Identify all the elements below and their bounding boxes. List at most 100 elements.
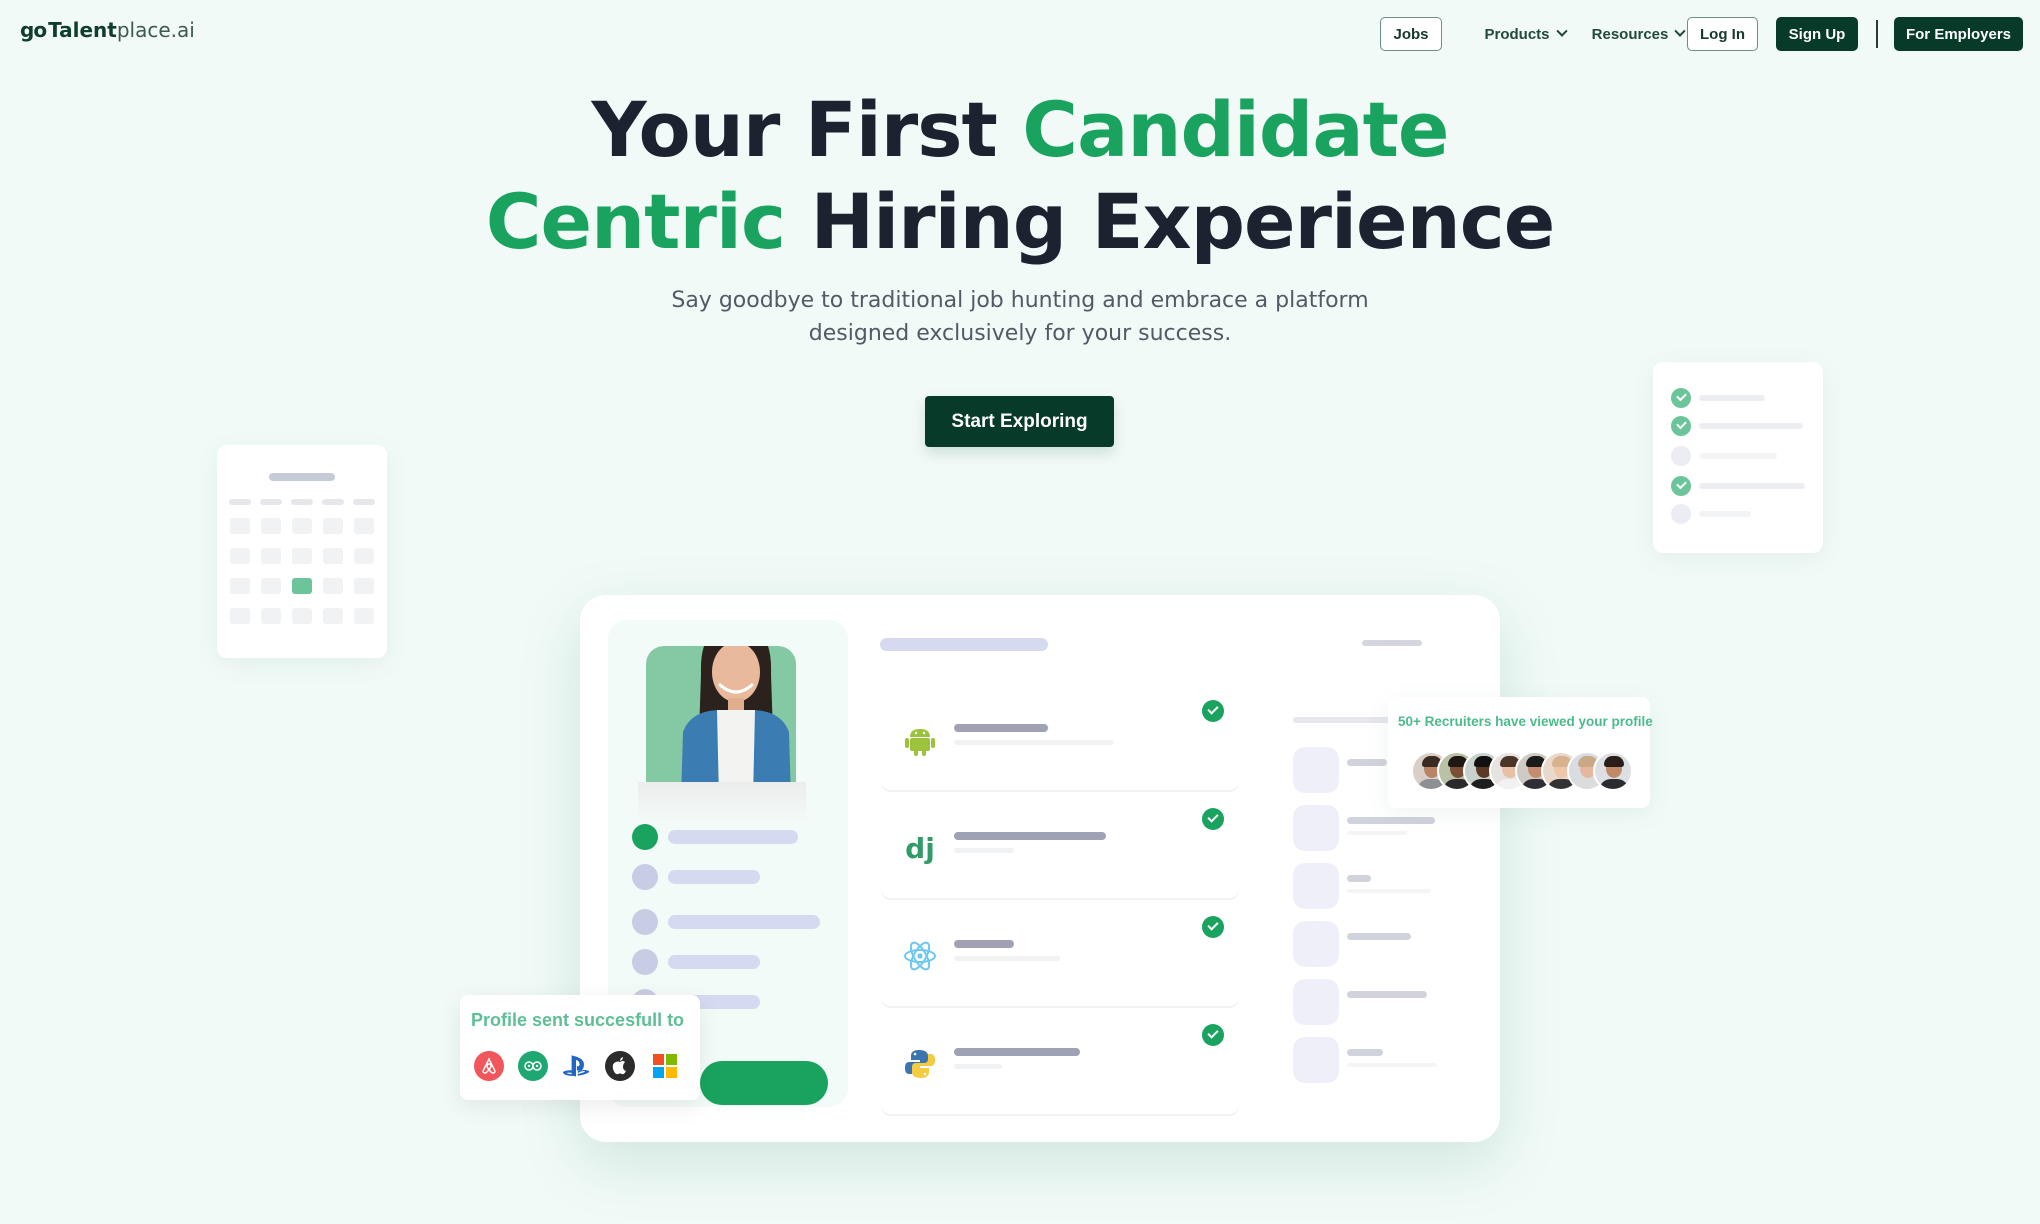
android-icon bbox=[900, 720, 940, 760]
logo[interactable]: go Talent place.ai bbox=[20, 18, 195, 42]
profile-action-button[interactable] bbox=[700, 1061, 828, 1105]
checklist-line bbox=[1699, 453, 1777, 459]
playstation-icon bbox=[561, 1051, 591, 1081]
checklist-line bbox=[1699, 423, 1803, 429]
recruiter-avatar bbox=[1593, 751, 1633, 791]
calendar-weekday bbox=[353, 499, 375, 505]
right-list-title bbox=[1293, 717, 1393, 723]
headline-line-2: Centric Hiring Experience bbox=[0, 176, 2040, 268]
calendar-day bbox=[292, 518, 312, 534]
headline-dark-2: Hiring Experience bbox=[785, 177, 1555, 266]
skill-row bbox=[882, 690, 1238, 790]
subtitle-line-2: designed exclusively for your success. bbox=[808, 321, 1232, 346]
calendar-day bbox=[230, 548, 250, 564]
profile-line bbox=[668, 870, 760, 884]
skill-name-placeholder bbox=[954, 724, 1048, 732]
resources-label: Resources bbox=[1591, 25, 1669, 43]
status-dot-active bbox=[632, 824, 658, 850]
products-label: Products bbox=[1484, 25, 1550, 43]
skill-detail-placeholder bbox=[954, 956, 1060, 961]
verified-check-icon bbox=[1202, 1024, 1224, 1046]
jobs-button[interactable]: Jobs bbox=[1380, 17, 1442, 51]
verified-check-icon bbox=[1202, 808, 1224, 830]
headline-line-1: Your First Candidate bbox=[0, 84, 2040, 176]
right-title-placeholder bbox=[1362, 640, 1422, 646]
list-thumb bbox=[1293, 805, 1339, 851]
tripadvisor-icon bbox=[518, 1051, 548, 1081]
for-employers-button[interactable]: For Employers bbox=[1894, 17, 2023, 51]
skill-name-placeholder bbox=[954, 940, 1014, 948]
profile-line bbox=[668, 830, 798, 844]
django-glyph: dj bbox=[905, 831, 935, 865]
list-subline bbox=[1347, 889, 1431, 893]
signup-label: Sign Up bbox=[1788, 25, 1846, 43]
checklist-card bbox=[1653, 362, 1823, 553]
check-done-icon bbox=[1671, 416, 1691, 436]
verified-check-icon bbox=[1202, 916, 1224, 938]
status-dot bbox=[632, 909, 658, 935]
candidate-photo-icon bbox=[681, 646, 791, 782]
django-icon: dj bbox=[900, 828, 940, 868]
check-pending-icon bbox=[1671, 504, 1691, 524]
calendar-day bbox=[354, 578, 374, 594]
list-line bbox=[1347, 759, 1387, 766]
signup-button[interactable]: Sign Up bbox=[1776, 17, 1858, 51]
list-line bbox=[1347, 817, 1435, 824]
start-exploring-button[interactable]: Start Exploring bbox=[925, 396, 1114, 447]
skills-title-placeholder bbox=[880, 638, 1048, 651]
verified-check-icon bbox=[1202, 700, 1224, 722]
status-dot bbox=[632, 949, 658, 975]
list-line bbox=[1347, 875, 1371, 882]
profile-line bbox=[668, 915, 820, 929]
for-employers-label: For Employers bbox=[1905, 25, 2012, 43]
list-line bbox=[1347, 991, 1427, 998]
skill-detail-placeholder bbox=[954, 848, 1014, 853]
logo-talent: Talent bbox=[48, 18, 117, 42]
list-thumb bbox=[1293, 921, 1339, 967]
profile-line bbox=[668, 955, 760, 969]
dashboard-mockup: dj bbox=[580, 595, 1500, 1142]
calendar-day bbox=[323, 608, 343, 624]
recruiter-avatars bbox=[1411, 751, 1633, 791]
apple-icon bbox=[605, 1051, 635, 1081]
profile-sent-card: Profile sent succesfull to bbox=[460, 995, 700, 1100]
check-done-icon bbox=[1671, 388, 1691, 408]
calendar-title-placeholder bbox=[269, 473, 335, 481]
hero-subtitle: Say goodbye to traditional job hunting a… bbox=[0, 284, 2040, 350]
photo-shadow bbox=[638, 782, 806, 824]
calendar-day bbox=[261, 548, 281, 564]
calendar-day bbox=[354, 608, 374, 624]
checklist-line bbox=[1699, 395, 1765, 401]
calendar-day bbox=[323, 548, 343, 564]
headline-green-2: Centric bbox=[485, 177, 786, 266]
skill-row bbox=[882, 1014, 1238, 1114]
list-subline bbox=[1347, 831, 1407, 835]
recruiters-card: 50+ Recruiters have viewed your profile bbox=[1388, 697, 1653, 808]
skill-detail-placeholder bbox=[954, 1064, 1002, 1069]
calendar-weekday bbox=[322, 499, 344, 505]
skill-row: dj bbox=[882, 798, 1238, 898]
list-thumb bbox=[1293, 863, 1339, 909]
chevron-down-icon bbox=[1555, 25, 1568, 37]
checklist-line bbox=[1699, 483, 1805, 489]
recruiters-text: 50+ Recruiters have viewed your profile bbox=[1398, 714, 1653, 729]
check-pending-icon bbox=[1671, 446, 1691, 466]
profile-photo bbox=[646, 646, 796, 782]
list-thumb bbox=[1293, 979, 1339, 1025]
calendar-weekday bbox=[229, 499, 251, 505]
calendar-day bbox=[230, 518, 250, 534]
calendar-day-selected bbox=[292, 578, 312, 594]
skill-name-placeholder bbox=[954, 1048, 1080, 1056]
calendar-day bbox=[230, 578, 250, 594]
calendar-day bbox=[292, 548, 312, 564]
subtitle-line-1: Say goodbye to traditional job hunting a… bbox=[671, 288, 1369, 313]
nav-divider bbox=[1876, 20, 1878, 48]
list-thumb bbox=[1293, 747, 1339, 793]
login-button[interactable]: Log In bbox=[1687, 17, 1758, 51]
logo-place: place.ai bbox=[116, 18, 195, 42]
calendar-day bbox=[261, 578, 281, 594]
calendar-day bbox=[261, 608, 281, 624]
chevron-down-icon bbox=[1674, 25, 1687, 37]
calendar-day bbox=[261, 518, 281, 534]
calendar-card bbox=[217, 445, 387, 658]
